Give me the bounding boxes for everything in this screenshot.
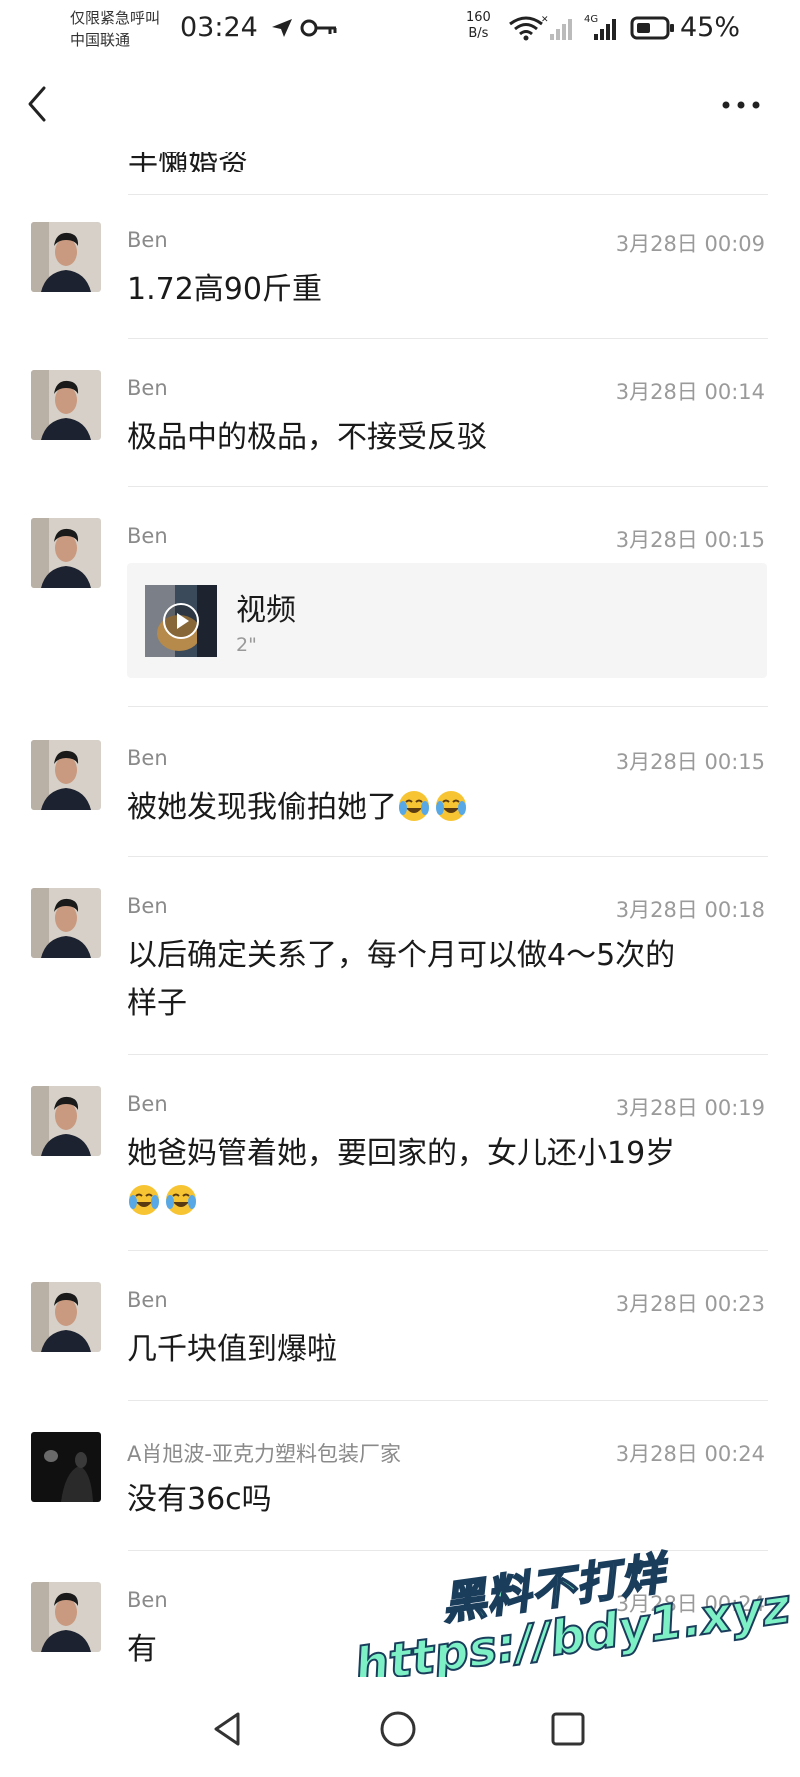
avatar-photo xyxy=(31,518,101,588)
divider xyxy=(128,486,768,487)
avatar-photo-dark xyxy=(31,1432,101,1502)
divider xyxy=(128,706,768,707)
avatar-photo xyxy=(31,1086,101,1156)
divider xyxy=(128,1250,768,1251)
message-text: 以后确定关系了，每个月可以做4～5次的 样子 xyxy=(127,932,747,1028)
divider xyxy=(128,338,768,339)
sender-name: Ben xyxy=(127,376,168,400)
avatar[interactable] xyxy=(31,1432,101,1502)
avatar[interactable] xyxy=(31,1086,101,1156)
message-text: 被她发现我偷拍她了 xyxy=(127,784,747,832)
sender-name: Ben xyxy=(127,1288,168,1312)
avatar-photo xyxy=(31,1282,101,1352)
sender-name: Ben xyxy=(127,894,168,918)
avatar[interactable] xyxy=(31,740,101,810)
message-text: 她爸妈管着她，要回家的，女儿还小19岁 xyxy=(127,1130,747,1226)
divider xyxy=(128,856,768,857)
message-time: 3月28日 00:15 xyxy=(615,528,765,552)
sender-name: Ben xyxy=(127,1588,168,1612)
emoji-row xyxy=(127,1178,747,1226)
avatar[interactable] xyxy=(31,518,101,588)
video-title: 视频 xyxy=(236,593,296,628)
laugh-cry-emoji-icon xyxy=(166,1185,196,1215)
message-time: 3月28日 00:19 xyxy=(615,1096,765,1120)
nav-recents-button[interactable] xyxy=(548,1709,588,1749)
message-time: 3月28日 00:24 xyxy=(615,1442,765,1466)
sender-name: Ben xyxy=(127,1092,168,1116)
avatar-photo xyxy=(31,370,101,440)
avatar[interactable] xyxy=(31,222,101,292)
avatar-photo xyxy=(31,888,101,958)
sender-name: Ben xyxy=(127,228,168,252)
sender-name: Ben xyxy=(127,524,168,548)
triangle-back-icon xyxy=(214,1712,240,1746)
sender-name: A肖旭波-亚克力塑料包装厂家 xyxy=(127,1442,401,1466)
divider xyxy=(128,1054,768,1055)
partial-message-text: 手懶婚资 xyxy=(128,146,248,172)
laugh-cry-emoji-icon xyxy=(399,791,429,821)
divider xyxy=(128,194,768,195)
sender-name: Ben xyxy=(127,746,168,770)
avatar-photo xyxy=(31,1582,101,1652)
avatar-photo xyxy=(31,222,101,292)
message-text-body: 被她发现我偷拍她了 xyxy=(127,790,397,825)
avatar[interactable] xyxy=(31,1282,101,1352)
avatar[interactable] xyxy=(31,370,101,440)
message-text-line: 样子 xyxy=(127,986,187,1021)
circle-home-icon xyxy=(380,1711,416,1747)
video-message-card[interactable]: 视频 2" xyxy=(127,563,767,678)
divider xyxy=(128,1400,768,1401)
avatar-photo xyxy=(31,740,101,810)
laugh-cry-emoji-icon xyxy=(436,791,466,821)
message-text-line: 以后确定关系了，每个月可以做4～5次的 xyxy=(127,938,676,973)
message-text: 几千块值到爆啦 xyxy=(127,1332,337,1367)
nav-home-button[interactable] xyxy=(378,1709,418,1749)
message-time: 3月28日 00:15 xyxy=(615,750,765,774)
avatar[interactable] xyxy=(31,888,101,958)
video-duration: 2" xyxy=(236,634,257,656)
video-thumbnail xyxy=(145,585,217,657)
nav-back-button[interactable] xyxy=(208,1709,248,1749)
message-time: 3月28日 00:09 xyxy=(615,232,765,256)
message-time: 3月28日 00:23 xyxy=(615,1292,765,1316)
system-nav-bar xyxy=(0,1677,800,1777)
avatar[interactable] xyxy=(31,1582,101,1652)
square-recents-icon xyxy=(551,1712,585,1746)
message-list: 手懶婚资 Ben 3月28日 00:09 1.72高90斤重 Ben 3月28日… xyxy=(0,0,800,1677)
play-icon xyxy=(163,603,199,639)
message-text: 1.72高90斤重 xyxy=(127,272,322,307)
message-time: 3月28日 00:14 xyxy=(615,380,765,404)
message-text-body: 她爸妈管着她，要回家的，女儿还小19岁 xyxy=(127,1136,676,1171)
message-time: 3月28日 00:18 xyxy=(615,898,765,922)
laugh-cry-emoji-icon xyxy=(129,1185,159,1215)
message-text: 极品中的极品，不接受反驳 xyxy=(127,420,487,455)
